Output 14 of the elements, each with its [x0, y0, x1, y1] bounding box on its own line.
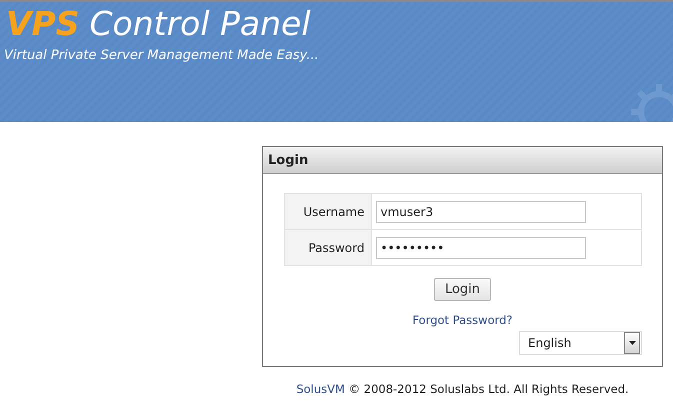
header-title: Control Panel	[90, 4, 311, 44]
caret-icon	[628, 341, 636, 345]
copyright-text: SolusVM © 2008-2012 Soluslabs Ltd. All Rights Reserved.	[296, 382, 629, 396]
tagline: Virtual Private Server Management Made Easy...	[3, 48, 320, 63]
forgot-password-link[interactable]: Forgot Password?	[412, 313, 513, 327]
field-label: Username	[303, 204, 364, 218]
panel-title: Login	[268, 152, 308, 168]
login-button[interactable]: Login	[434, 278, 492, 301]
password-field[interactable]: •••••••••	[376, 236, 586, 258]
username-field[interactable]: vmuser3	[376, 200, 586, 222]
brand-name: VPS	[6, 4, 80, 44]
solusvm-link[interactable]: SolusVM	[296, 382, 345, 396]
field-label: Password	[308, 240, 364, 254]
language-dropdown[interactable]: English	[519, 331, 642, 355]
